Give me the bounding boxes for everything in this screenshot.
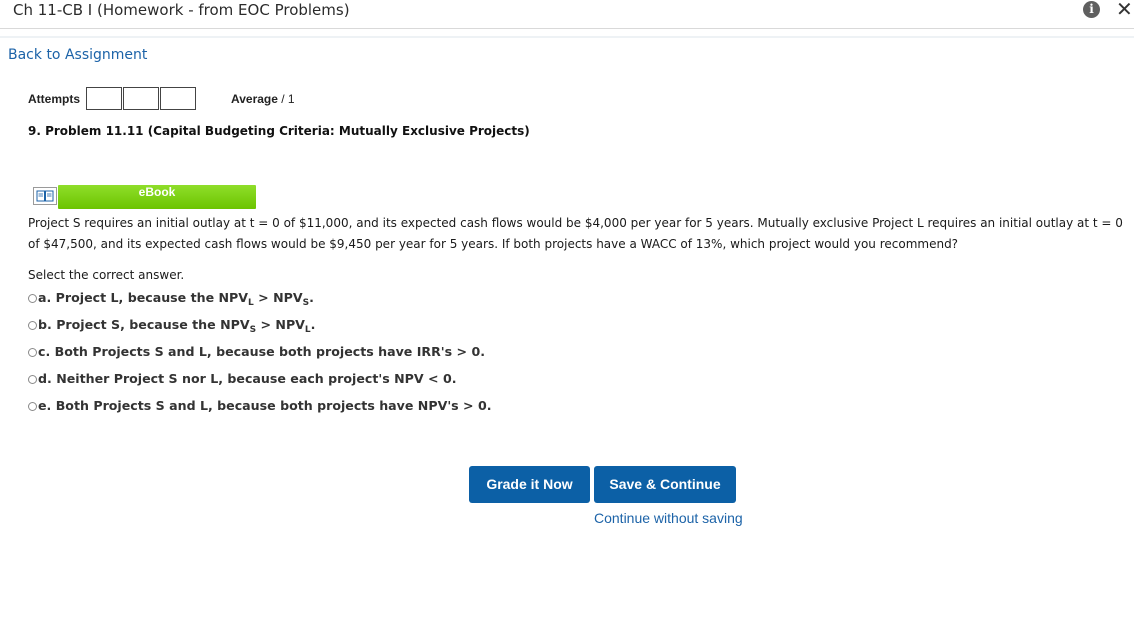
answer-option-b[interactable]: b. Project S, because the NPVS > NPVL.	[28, 317, 315, 337]
radio-button[interactable]	[28, 375, 37, 384]
divider	[0, 36, 1134, 38]
option-letter: d.	[38, 371, 52, 386]
radio-button[interactable]	[28, 402, 37, 411]
option-text: > NPV	[256, 317, 305, 332]
answer-option-d[interactable]: d. Neither Project S nor L, because each…	[28, 371, 457, 391]
answer-option-e[interactable]: e. Both Projects S and L, because both p…	[28, 398, 492, 418]
window-title: Ch 11-CB I (Homework - from EOC Problems…	[13, 1, 350, 19]
radio-button[interactable]	[28, 294, 37, 303]
option-letter: a.	[38, 290, 52, 305]
option-text: .	[310, 317, 316, 332]
option-text: Both Projects S and L, because both proj…	[51, 398, 492, 413]
grade-it-now-button[interactable]: Grade it Now	[469, 466, 590, 503]
average-label: Average / 1	[231, 92, 295, 106]
answer-option-c[interactable]: c. Both Projects S and L, because both p…	[28, 344, 485, 364]
option-text: > NPV	[253, 290, 303, 305]
option-text: Neither Project S nor L, because each pr…	[51, 371, 457, 386]
continue-without-saving-link[interactable]: Continue without saving	[594, 510, 743, 526]
attempt-box-2	[123, 87, 159, 110]
attempt-box-1	[86, 87, 122, 110]
option-text: Project L, because the NPV	[51, 290, 249, 305]
answer-option-a[interactable]: a. Project L, because the NPVL > NPVS.	[28, 290, 314, 310]
save-and-continue-button[interactable]: Save & Continue	[594, 466, 736, 503]
info-icon[interactable]: i	[1083, 1, 1100, 18]
option-letter: c.	[38, 344, 51, 359]
book-icon[interactable]	[33, 187, 57, 205]
option-text: Project S, because the NPV	[51, 317, 250, 332]
attempt-box-3	[160, 87, 196, 110]
question-text: Project S requires an initial outlay at …	[28, 216, 1123, 251]
select-answer-prompt: Select the correct answer.	[28, 268, 185, 282]
radio-button[interactable]	[28, 321, 37, 330]
option-letter: e.	[38, 398, 52, 413]
ebook-button[interactable]: eBook	[58, 185, 256, 209]
option-letter: b.	[38, 317, 52, 332]
radio-button[interactable]	[28, 348, 37, 357]
attempts-label: Attempts	[28, 92, 81, 106]
problem-title: 9. Problem 11.11 (Capital Budgeting Crit…	[28, 124, 530, 138]
option-text: .	[309, 290, 314, 305]
back-to-assignment-link[interactable]: Back to Assignment	[8, 47, 147, 63]
close-icon[interactable]: ✕	[1116, 0, 1134, 21]
average-label-text: Average	[231, 92, 278, 106]
title-bar: Ch 11-CB I (Homework - from EOC Problems…	[0, 0, 1134, 29]
option-text: Both Projects S and L, because both proj…	[50, 344, 486, 359]
average-value: / 1	[281, 92, 295, 106]
